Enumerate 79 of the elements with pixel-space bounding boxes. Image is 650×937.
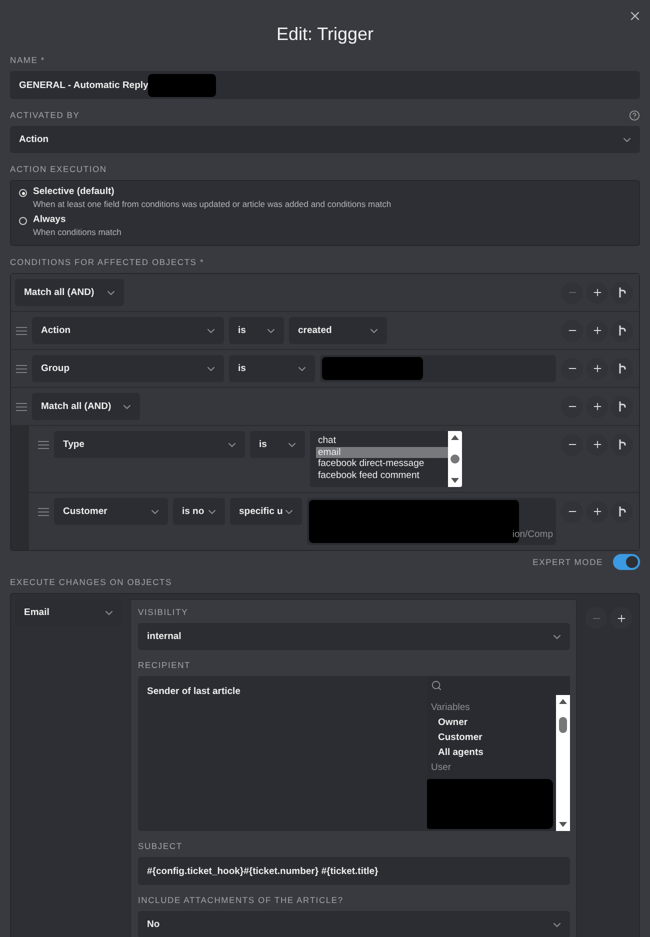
- listbox-option[interactable]: chat: [316, 435, 448, 446]
- branch-icon: [618, 287, 626, 298]
- plus-icon: [592, 287, 602, 298]
- value-field[interactable]: [320, 355, 556, 382]
- listbox[interactable]: chat email facebook direct-message facebook feed comment: [310, 431, 462, 487]
- close-icon[interactable]: [628, 9, 642, 23]
- plus-icon: [592, 325, 602, 336]
- add-button[interactable]: [586, 434, 608, 456]
- add-button[interactable]: [586, 500, 608, 522]
- add-button[interactable]: [586, 358, 608, 380]
- select-field[interactable]: is: [229, 355, 315, 382]
- expert-mode-toggle[interactable]: [613, 554, 640, 570]
- select-field[interactable]: is: [229, 317, 284, 344]
- field-label: EXECUTE CHANGES ON OBJECTS: [10, 576, 172, 588]
- add-subclause-button[interactable]: [611, 396, 633, 418]
- text-field[interactable]: #{config.ticket_hook}#{ticket.number} #{ticket.title}: [138, 857, 570, 885]
- plus-icon: [592, 506, 602, 517]
- add-subclause-button[interactable]: [611, 320, 633, 342]
- listbox-option[interactable]: facebook feed comment: [316, 470, 448, 481]
- select-field[interactable]: is: [250, 431, 305, 458]
- add-subclause-button[interactable]: [611, 358, 633, 380]
- branch-icon: [618, 439, 626, 450]
- list-item[interactable]: All agents: [431, 745, 556, 760]
- dialog-title: Edit: Trigger: [276, 24, 374, 44]
- select-field[interactable]: created: [289, 317, 387, 344]
- plus-icon: [592, 363, 602, 374]
- radio-description: When at least one field from conditions was updated or article was added and conditions match: [33, 198, 392, 210]
- field-label: RECIPIENT: [138, 659, 191, 671]
- branch-icon: [618, 363, 626, 374]
- field-label: ACTION EXECUTION: [10, 163, 107, 175]
- select-field[interactable]: is no: [173, 498, 225, 525]
- field-label: NAME *: [10, 54, 46, 66]
- field-label: VISIBILITY: [138, 606, 188, 618]
- add-button[interactable]: [586, 396, 608, 418]
- select-field[interactable]: internal: [138, 623, 570, 650]
- branch-icon: [618, 325, 626, 336]
- select-field[interactable]: Customer: [54, 498, 168, 525]
- scrollbar[interactable]: [556, 695, 570, 831]
- add-subclause-button[interactable]: [611, 282, 633, 304]
- add-button[interactable]: [586, 282, 608, 304]
- plus-icon: [592, 439, 602, 450]
- radio-button[interactable]: [19, 189, 27, 197]
- name-field[interactable]: GENERAL - Automatic Reply: [10, 71, 640, 99]
- scrollbar[interactable]: [448, 431, 462, 487]
- recipient-field[interactable]: Sender of last article: [138, 676, 427, 831]
- list-heading: User: [431, 761, 452, 775]
- add-button[interactable]: [610, 607, 632, 629]
- add-subclause-button[interactable]: [611, 500, 633, 522]
- add-button[interactable]: [586, 320, 608, 342]
- radio-description: When conditions match: [33, 226, 122, 238]
- toggle-label: EXPERT MODE: [532, 556, 603, 568]
- branch-icon: [618, 506, 626, 517]
- field-label: SUBJECT: [138, 840, 182, 852]
- branch-icon: [618, 401, 626, 412]
- list-heading: Variables: [431, 701, 471, 715]
- select-field[interactable]: Match all (AND): [32, 393, 140, 420]
- add-subclause-button[interactable]: [611, 434, 633, 456]
- search-icon[interactable]: [431, 680, 442, 691]
- select-field[interactable]: Group: [32, 355, 224, 382]
- select-field[interactable]: Match all (AND): [15, 279, 124, 306]
- select-field[interactable]: Action: [10, 126, 640, 153]
- list-item[interactable]: Owner: [431, 715, 556, 730]
- plus-icon: [592, 401, 602, 412]
- plus-icon: [616, 612, 626, 624]
- radio-label: Selective (default): [33, 186, 116, 198]
- radio-button[interactable]: [19, 217, 27, 225]
- value-field[interactable]: ion/Comp: [307, 498, 556, 545]
- help-icon[interactable]: [629, 110, 640, 120]
- select-field[interactable]: Type: [54, 431, 245, 458]
- select-field[interactable]: No: [138, 911, 570, 937]
- list-item[interactable]: Customer: [431, 730, 556, 745]
- listbox-option[interactable]: facebook direct-message: [316, 458, 448, 470]
- field-label: ACTIVATED BY: [10, 109, 80, 121]
- select-field[interactable]: specific u: [230, 498, 302, 525]
- select-field[interactable]: Action: [32, 317, 224, 344]
- radio-label: Always: [33, 214, 67, 226]
- listbox-option[interactable]: email: [316, 446, 448, 458]
- field-label: INCLUDE ATTACHMENTS OF THE ARTICLE?: [138, 894, 344, 906]
- field-label: CONDITIONS FOR AFFECTED OBJECTS *: [10, 256, 204, 268]
